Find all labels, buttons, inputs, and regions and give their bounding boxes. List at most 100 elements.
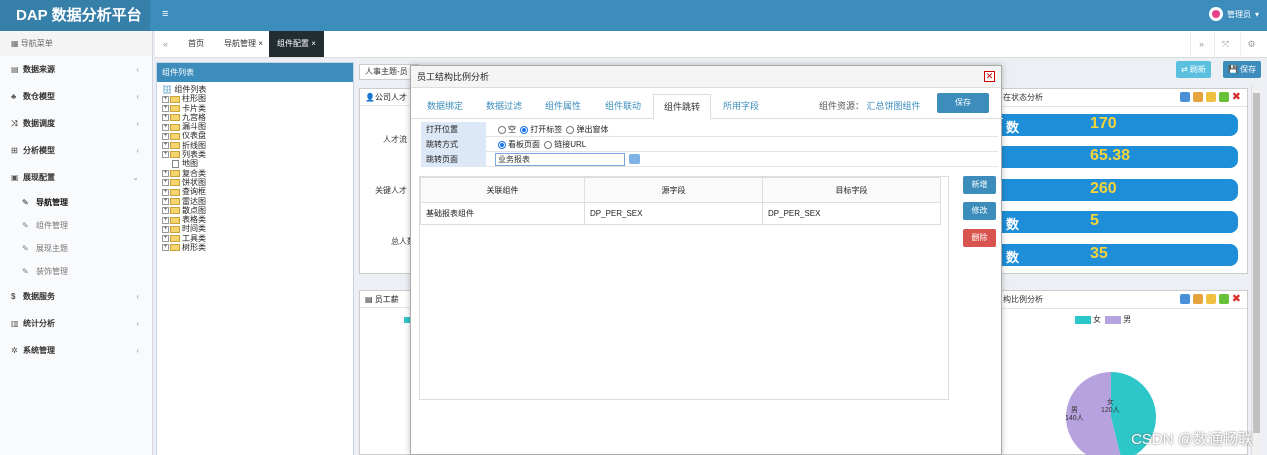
expand-icon[interactable]: + [162,95,169,103]
tree-node[interactable]: + 查询框 [162,187,353,196]
export-icon[interactable] [1179,92,1190,102]
tabs-scroll-left-icon[interactable]: « [154,31,176,57]
expand-icon[interactable]: + [162,170,169,178]
folder-icon [170,104,180,112]
delete-button[interactable]: 删除 [963,229,996,247]
tree-node[interactable]: + 雷达图 [162,197,353,206]
expand-icon[interactable]: + [162,123,169,131]
tree-node[interactable]: + 卡片类 [162,104,353,113]
grid-header[interactable]: 关联组件 [420,177,585,203]
tree-node[interactable]: + 时间类 [162,224,353,233]
sidebar-item-statistics[interactable]: ▥ 统计分析 ‹ [0,310,152,337]
settings-icon[interactable] [1218,294,1229,304]
tree-node[interactable]: + 饼状图 [162,178,353,187]
tree-node[interactable]: + 树形类 [162,243,353,252]
sidebar-item-data-source[interactable]: ▤ 数据来源 ‹ [0,56,152,83]
delete-icon[interactable]: ✖ [1232,92,1241,103]
jump-page-input[interactable]: 业务报表 [495,153,625,166]
sidebar-item-warehouse[interactable]: ♣ 数仓模型 ‹ [0,83,152,110]
palette-icon[interactable] [1192,92,1203,102]
refresh-button[interactable]: ⇄ 刷新 [1176,61,1211,78]
grid-header[interactable]: 目标字段 [762,177,941,203]
grid-header[interactable]: 源字段 [584,177,763,203]
tree-node[interactable]: + 复合类 [162,169,353,178]
radio-empty[interactable] [498,125,506,134]
tree-node[interactable]: + 柱形图 [162,94,353,103]
expand-icon[interactable]: + [162,151,169,159]
grid-cell[interactable]: DP_PER_SEX [762,202,941,225]
export-icon[interactable] [1179,294,1190,304]
tree-node[interactable]: + 散点图 [162,206,353,215]
scrollbar-thumb[interactable] [1253,93,1260,433]
expand-icon[interactable]: + [162,197,169,205]
tab-nav-manage[interactable]: 导航管理 × [216,31,271,57]
grid-header-row: 关联组件 源字段 目标字段 [420,177,941,203]
tree-root[interactable]: 🗄 组件列表 [162,85,353,94]
tab-data-filter[interactable]: 数据过滤 [476,94,532,119]
grid-cell[interactable]: DP_PER_SEX [584,202,763,225]
sidebar-item-analysis-model[interactable]: ⊞ 分析模型 ‹ [0,137,152,164]
tab-home[interactable]: 首页 [180,31,212,57]
edit-button[interactable]: 修改 [963,202,996,220]
tree-node[interactable]: + 列表类 [162,150,353,159]
tree-node[interactable]: 地图 [162,159,353,168]
tab-options-icon[interactable]: ⚙ [1240,31,1262,57]
panel-toolbar: ✖ [1179,92,1241,103]
expand-icon[interactable]: + [162,142,169,150]
edit-icon[interactable] [1205,294,1216,304]
grid-cell[interactable]: 基础报表组件 [420,202,585,225]
expand-icon[interactable]: + [162,225,169,233]
select-page-icon[interactable] [629,154,640,164]
sidebar-item-system[interactable]: ✲ 系统管理 ‹ [0,337,152,364]
palette-icon[interactable] [1192,294,1203,304]
tab-data-binding[interactable]: 数据绑定 [417,94,473,119]
expand-icon[interactable]: + [162,114,169,122]
radio-open-tab[interactable] [520,125,529,134]
user-menu[interactable]: 管理员 ▾ [1208,7,1259,21]
radio-link-url[interactable] [544,140,553,149]
expand-icon[interactable]: + [162,132,169,140]
open-position-row: 打开位置 空 打开标签 弹出窗体 [421,122,998,137]
expand-icon[interactable]: + [162,244,169,252]
tree-node[interactable]: + 折线图 [162,141,353,150]
radio-popup[interactable] [566,125,575,134]
expand-icon[interactable]: + [162,188,169,196]
sidebar-item-schedule[interactable]: ⤨ 数据调度 ‹ [0,110,152,137]
sidebar-sub-component-manage[interactable]: ✎ 组件管理 [0,214,152,237]
sidebar-sub-nav-manage[interactable]: ✎ 导航管理 [0,191,152,214]
page-scrollbar[interactable] [1251,85,1261,455]
tree-node[interactable]: + 仪表盘 [162,131,353,140]
resource-link[interactable]: 汇总饼图组件 [867,101,921,111]
tab-component-config[interactable]: 组件配置 × [269,31,324,57]
settings-icon[interactable] [1218,92,1229,102]
tree-node[interactable]: + 九宫格 [162,113,353,122]
edit-icon[interactable] [1205,92,1216,102]
expand-icon[interactable]: + [162,235,169,243]
delete-icon[interactable]: ✖ [1232,294,1241,305]
sidebar-item-display-config[interactable]: ▣ 展现配置 ⌄ [0,164,152,191]
tab-used-fields[interactable]: 所用字段 [713,94,769,119]
add-button[interactable]: 新增 [963,176,996,194]
expand-icon[interactable]: + [162,104,169,112]
expand-icon[interactable]: + [162,179,169,187]
fullscreen-icon[interactable]: ⤧ [1214,31,1236,57]
expand-icon[interactable]: + [162,207,169,215]
dialog-save-button[interactable]: 保存 [937,93,989,113]
tab-component-props[interactable]: 组件属性 [535,94,591,119]
sidebar-item-data-service[interactable]: $ 数据服务 ‹ [0,283,152,310]
radio-board-page[interactable] [498,140,506,149]
tabs-scroll-right-icon[interactable]: » [1190,31,1212,57]
expand-icon[interactable]: + [162,216,169,224]
close-icon[interactable]: ✕ [984,71,995,82]
brand-logo[interactable]: DAP 数据分析平台 [0,0,150,31]
sidebar-sub-theme[interactable]: ✎ 展现主题 [0,237,152,260]
tab-component-link[interactable]: 组件联动 [595,94,651,119]
sidebar-sub-decoration[interactable]: ✎ 装饰管理 [0,260,152,283]
tree-node[interactable]: + 工具类 [162,234,353,243]
tab-component-jump[interactable]: 组件跳转 [653,94,712,120]
open-position-label: 打开位置 [421,122,486,137]
chevron-left-icon: ‹ [136,346,139,355]
menu-toggle-icon[interactable]: ≡ [162,8,168,20]
table-row[interactable]: 基础报表组件 DP_PER_SEX DP_PER_SEX [420,202,941,225]
save-layout-button[interactable]: 💾 保存 [1223,61,1262,78]
